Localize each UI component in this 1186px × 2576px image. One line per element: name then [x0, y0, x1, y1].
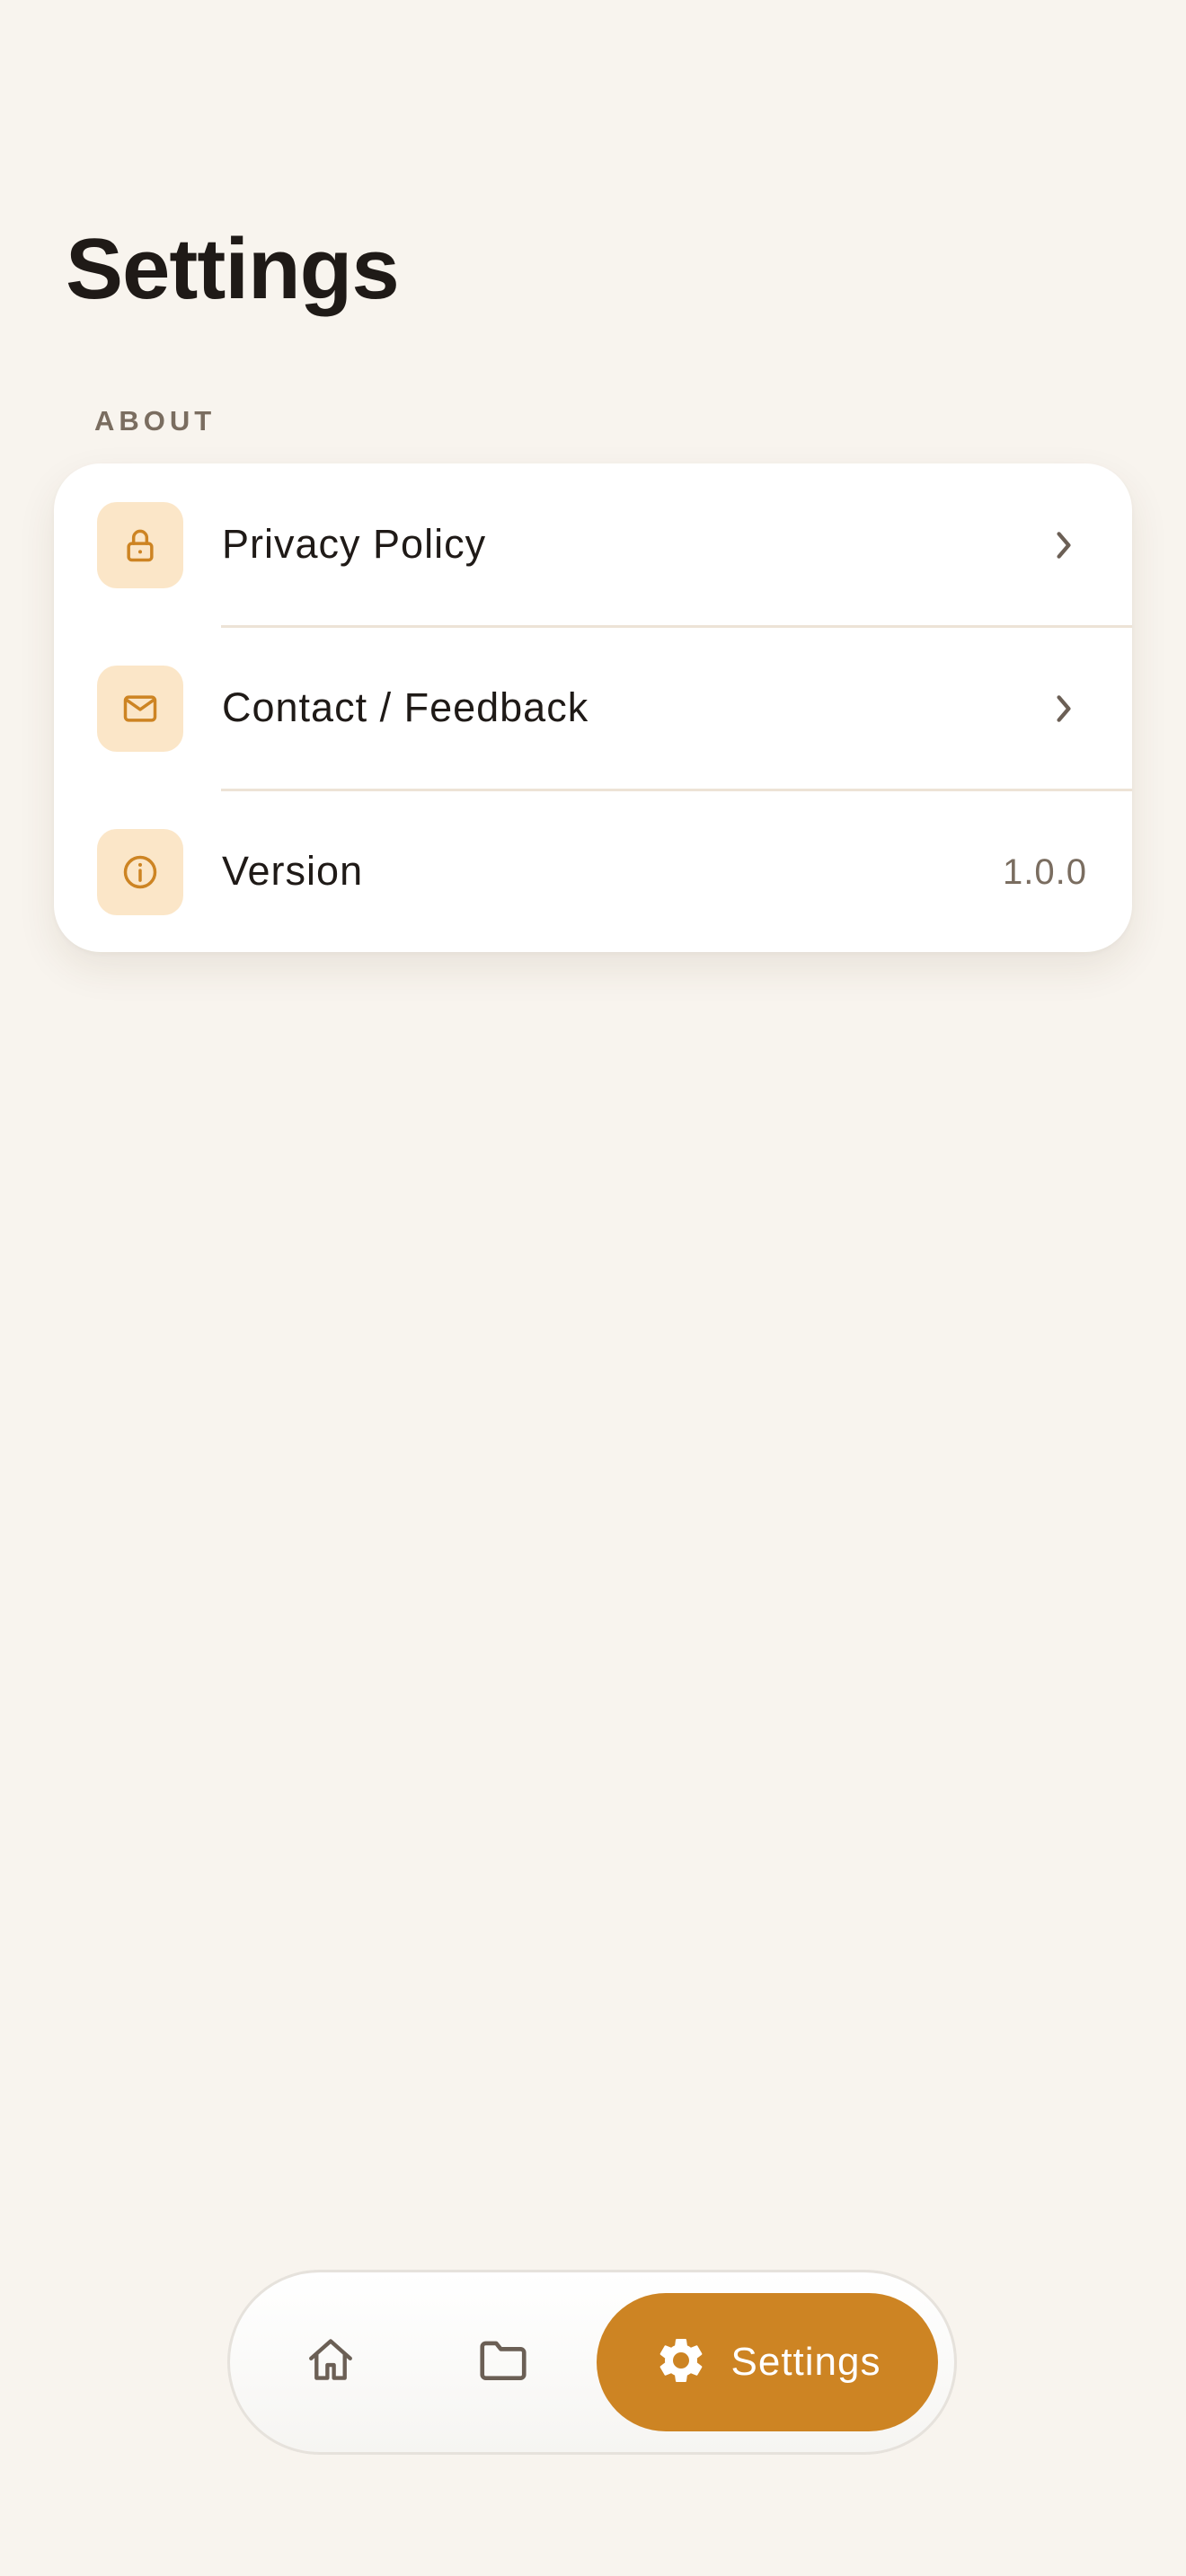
- settings-row-privacy-policy[interactable]: Privacy Policy: [54, 463, 1132, 627]
- lock-icon: [97, 502, 183, 588]
- settings-row-label: Contact / Feedback: [222, 684, 589, 730]
- settings-row-contact-feedback[interactable]: Contact / Feedback: [54, 627, 1132, 790]
- tab-settings[interactable]: Settings: [597, 2293, 938, 2431]
- chevron-right-icon: [1046, 686, 1082, 731]
- settings-row-label: Version: [222, 848, 364, 894]
- gear-icon: [654, 2333, 708, 2392]
- tab-folder[interactable]: [458, 2316, 548, 2406]
- settings-row-label: Privacy Policy: [222, 521, 487, 567]
- section-header-about: ABOUT: [94, 405, 217, 437]
- page-title: Settings: [66, 221, 400, 317]
- tab-home[interactable]: [286, 2316, 376, 2406]
- folder-icon: [475, 2332, 531, 2392]
- home-icon: [305, 2333, 357, 2390]
- info-icon: [97, 829, 183, 915]
- settings-row-version: Version 1.0.0: [54, 790, 1132, 952]
- version-value: 1.0.0: [1003, 852, 1087, 892]
- about-settings-group: Privacy Policy Contact / Feedback Versio…: [54, 463, 1132, 952]
- tab-settings-label: Settings: [730, 2340, 881, 2384]
- chevron-right-icon: [1046, 523, 1082, 568]
- mail-icon: [97, 666, 183, 752]
- bottom-tab-bar: Settings: [227, 2270, 957, 2455]
